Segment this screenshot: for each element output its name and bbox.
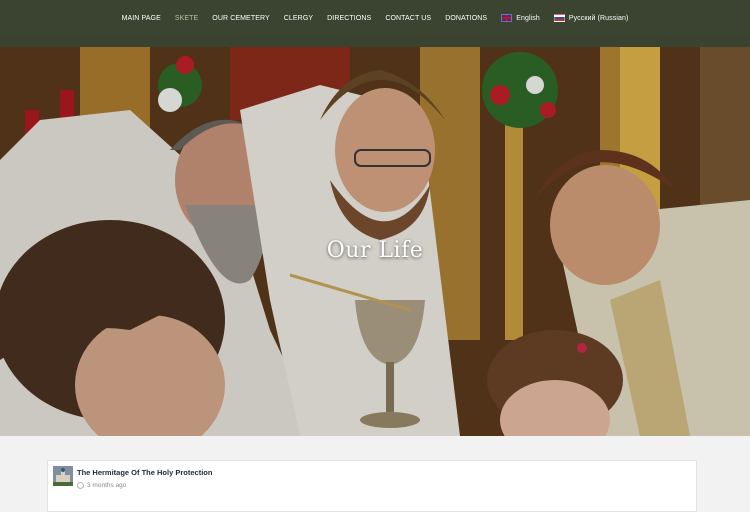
post-time-label: 3 months ago — [87, 482, 127, 489]
nav-item-directions[interactable]: DIRECTIONS — [320, 15, 378, 22]
nav-item-contact-us[interactable]: CONTACT US — [378, 15, 438, 22]
language-russian-link[interactable]: Русский (Russian) — [547, 14, 636, 22]
hero-banner: Our Life — [0, 0, 750, 436]
language-english-link[interactable]: English — [494, 14, 547, 22]
nav-item-main-page[interactable]: MAIN PAGE — [115, 15, 168, 22]
nav-item-our-cemetery[interactable]: OUR CEMETERY — [205, 15, 276, 22]
church-thumbnail-icon — [53, 466, 73, 486]
ru-flag-icon — [553, 14, 565, 22]
clock-icon — [77, 482, 84, 489]
nav-item-clergy[interactable]: CLERGY — [277, 15, 320, 22]
hero-title: Our Life — [326, 238, 424, 263]
post-card[interactable]: The Hermitage Of The Holy Protection 3 m… — [47, 460, 697, 512]
post-timestamp[interactable]: 3 months ago — [77, 482, 126, 489]
post-author-name[interactable]: The Hermitage Of The Holy Protection — [77, 468, 212, 477]
nav-item-skete[interactable]: SKETE — [168, 15, 205, 22]
nav-item-donations[interactable]: DONATIONS — [438, 15, 494, 22]
hero-photo — [0, 0, 750, 436]
language-russian-label: Русский (Russian) — [568, 14, 629, 22]
navbar-shadow — [0, 35, 750, 47]
language-english-label: English — [516, 14, 540, 22]
feed-section: The Hermitage Of The Holy Protection 3 m… — [0, 436, 750, 512]
uk-flag-icon — [501, 14, 513, 22]
main-navigation: MAIN PAGE SKETE OUR CEMETERY CLERGY DIRE… — [0, 0, 750, 36]
page-avatar[interactable] — [53, 466, 73, 486]
